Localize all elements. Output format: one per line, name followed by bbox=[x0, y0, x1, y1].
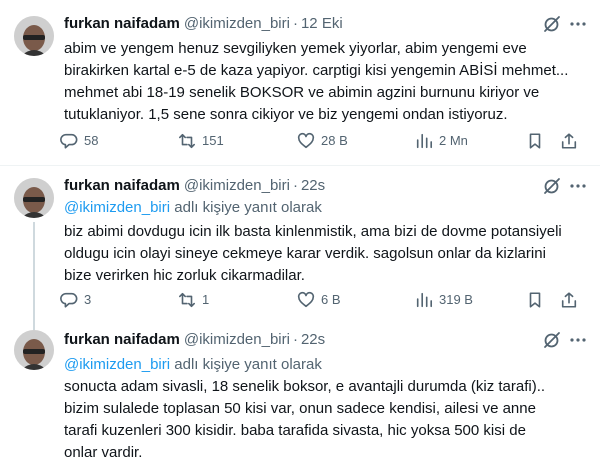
retweet-button[interactable]: 1 bbox=[178, 290, 209, 310]
more-icon[interactable] bbox=[568, 176, 588, 196]
views-icon bbox=[416, 133, 433, 149]
timestamp[interactable]: 22s bbox=[301, 331, 325, 348]
like-icon bbox=[297, 132, 315, 149]
retweet-count: 1 bbox=[202, 292, 210, 307]
views-button[interactable]: 2 Mn bbox=[415, 131, 468, 151]
reply-context-label: adlı kişiye yanıt olarak bbox=[170, 356, 322, 373]
share-button[interactable] bbox=[560, 290, 578, 310]
avatar-image bbox=[14, 330, 54, 370]
avatar-image bbox=[14, 16, 54, 56]
display-name[interactable]: furkan naifadam bbox=[64, 15, 180, 32]
share-button[interactable] bbox=[560, 131, 578, 151]
display-name[interactable]: furkan naifadam bbox=[64, 177, 180, 194]
share-icon bbox=[561, 133, 577, 149]
bookmark-icon bbox=[529, 292, 541, 308]
avatar[interactable] bbox=[14, 330, 54, 370]
grok-icon[interactable] bbox=[542, 176, 562, 196]
reply-context: @ikimizden_biri adlı kişiye yanıt olarak bbox=[64, 355, 322, 375]
reply-button[interactable]: 3 bbox=[60, 290, 91, 310]
separator-dot: · bbox=[292, 15, 298, 32]
more-icon[interactable] bbox=[568, 330, 588, 350]
avatar[interactable] bbox=[14, 16, 54, 56]
tweet-header: furkan naifadam @ikimizden_biri · 22s bbox=[64, 176, 325, 196]
like-count: 28 B bbox=[321, 133, 348, 148]
action-bar: 58 151 28 B 2 Mn bbox=[60, 131, 590, 151]
reply-button[interactable]: 58 bbox=[60, 131, 98, 151]
thread-line bbox=[33, 222, 35, 330]
divider bbox=[0, 165, 600, 166]
like-button[interactable]: 28 B bbox=[297, 131, 348, 151]
views-count: 319 B bbox=[439, 292, 473, 307]
tweet-text: sonucta adam sivasli, 18 senelik boksor,… bbox=[64, 378, 546, 461]
reply-icon bbox=[60, 292, 78, 308]
reply-context: @ikimizden_biri adlı kişiye yanıt olarak bbox=[64, 198, 322, 218]
reply-context-label: adlı kişiye yanıt olarak bbox=[170, 199, 322, 216]
retweet-count: 151 bbox=[202, 133, 224, 148]
avatar-image bbox=[14, 178, 54, 218]
tweet-text: abim ve yengem henuz sevgiliyken yemek y… bbox=[64, 40, 569, 123]
retweet-button[interactable]: 151 bbox=[178, 131, 224, 151]
user-handle[interactable]: @ikimizden_biri bbox=[184, 331, 290, 348]
tweet-header: furkan naifadam @ikimizden_biri · 22s bbox=[64, 330, 325, 350]
user-handle[interactable]: @ikimizden_biri bbox=[184, 15, 290, 32]
user-handle[interactable]: @ikimizden_biri bbox=[184, 177, 290, 194]
avatar[interactable] bbox=[14, 178, 54, 218]
like-count: 6 B bbox=[321, 292, 341, 307]
timestamp[interactable]: 22s bbox=[301, 177, 325, 194]
display-name[interactable]: furkan naifadam bbox=[64, 331, 180, 348]
tweet-text: biz abimi dovdugu icin ilk basta kinlenm… bbox=[64, 223, 562, 284]
reply-mention-link[interactable]: @ikimizden_biri bbox=[64, 199, 170, 216]
views-count: 2 Mn bbox=[439, 133, 468, 148]
more-icon[interactable] bbox=[568, 14, 588, 34]
views-icon bbox=[416, 292, 433, 308]
retweet-icon bbox=[178, 133, 196, 149]
like-button[interactable]: 6 B bbox=[297, 290, 341, 310]
views-button[interactable]: 319 B bbox=[415, 290, 473, 310]
like-icon bbox=[297, 291, 315, 308]
tweet-header: furkan naifadam @ikimizden_biri · 12 Eki bbox=[64, 14, 343, 34]
timestamp[interactable]: 12 Eki bbox=[301, 15, 343, 32]
bookmark-icon bbox=[529, 133, 541, 149]
bookmark-button[interactable] bbox=[526, 290, 544, 310]
bookmark-button[interactable] bbox=[526, 131, 544, 151]
retweet-icon bbox=[178, 292, 196, 308]
reply-count: 58 bbox=[84, 133, 99, 148]
share-icon bbox=[561, 292, 577, 308]
separator-dot: · bbox=[292, 177, 298, 194]
separator-dot: · bbox=[292, 331, 298, 348]
reply-count: 3 bbox=[84, 292, 92, 307]
grok-icon[interactable] bbox=[542, 330, 562, 350]
action-bar: 3 1 6 B 319 B bbox=[60, 290, 590, 310]
reply-icon bbox=[60, 133, 78, 149]
reply-mention-link[interactable]: @ikimizden_biri bbox=[64, 356, 170, 373]
grok-icon[interactable] bbox=[542, 14, 562, 34]
